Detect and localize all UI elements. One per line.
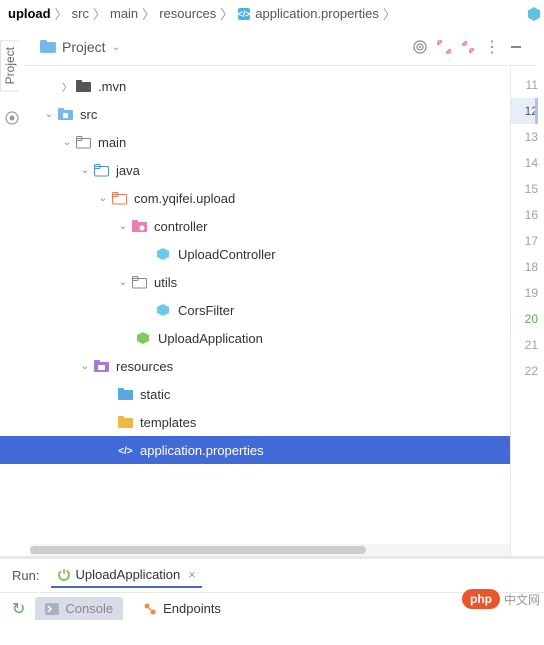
tree-node-controller[interactable]: ⌄ controller bbox=[0, 212, 510, 240]
maven-icon[interactable] bbox=[526, 6, 542, 22]
chevron-down-icon: ⌄ bbox=[78, 361, 92, 372]
tree-node-java[interactable]: ⌄ java bbox=[0, 156, 510, 184]
editor-gutter: 11 12 13 14 15 16 17 18 19 20 21 22 bbox=[510, 66, 544, 556]
close-icon[interactable]: × bbox=[188, 567, 196, 582]
breadcrumb-resources[interactable]: resources bbox=[159, 6, 216, 21]
line-number: 11 bbox=[511, 72, 538, 98]
tree-node-upload-controller[interactable]: UploadController bbox=[0, 240, 510, 268]
tree-node-upload-application[interactable]: UploadApplication bbox=[0, 324, 510, 352]
line-number: 14 bbox=[511, 150, 538, 176]
line-number: 16 bbox=[511, 202, 538, 228]
tree-node-mvn[interactable]: 〉 .mvn bbox=[0, 72, 510, 100]
tree-node-package[interactable]: ⌄ com.yqifei.upload bbox=[0, 184, 510, 212]
chevron-down-icon: ⌄ bbox=[42, 109, 56, 120]
chevron-right-icon: 〉 bbox=[383, 4, 396, 23]
horizontal-scrollbar[interactable] bbox=[30, 544, 510, 556]
chevron-down-icon: ⌄ bbox=[78, 165, 92, 176]
line-number: 22 bbox=[511, 358, 538, 384]
console-tab[interactable]: Console bbox=[35, 597, 123, 620]
tree-node-main[interactable]: ⌄ main bbox=[0, 128, 510, 156]
properties-file-icon: </> bbox=[116, 444, 134, 457]
more-icon[interactable]: ⋮ bbox=[480, 35, 504, 59]
package-folder-icon bbox=[110, 192, 128, 205]
main-area: 〉 .mvn ⌄ src ⌄ main ⌄ java ⌄ com.yqifei.… bbox=[0, 66, 544, 556]
chevron-down-icon: ⌄ bbox=[112, 42, 120, 53]
target-icon[interactable] bbox=[408, 35, 432, 59]
chevron-right-icon: 〉 bbox=[220, 4, 233, 23]
folder-outline-icon bbox=[130, 276, 148, 289]
line-number: 13 bbox=[511, 124, 538, 150]
tree-node-application-properties[interactable]: </> application.properties bbox=[0, 436, 510, 464]
breadcrumb-root[interactable]: upload bbox=[8, 6, 51, 21]
chevron-right-icon: 〉 bbox=[60, 79, 74, 94]
folder-icon bbox=[74, 80, 92, 93]
tree-node-cors-filter[interactable]: CorsFilter bbox=[0, 296, 510, 324]
source-folder-icon bbox=[92, 164, 110, 177]
project-icon bbox=[40, 40, 56, 54]
endpoints-tab-label: Endpoints bbox=[163, 601, 221, 616]
svg-text:</>: </> bbox=[238, 9, 251, 19]
module-folder-icon bbox=[56, 108, 74, 121]
expand-out-icon[interactable] bbox=[456, 35, 480, 59]
run-tab[interactable]: UploadApplication × bbox=[51, 563, 201, 588]
chevron-right-icon: 〉 bbox=[142, 4, 155, 23]
minimize-icon[interactable] bbox=[504, 35, 528, 59]
package-icon bbox=[130, 220, 148, 233]
spring-run-icon bbox=[57, 568, 71, 582]
line-number: 12 bbox=[511, 98, 538, 124]
console-icon bbox=[45, 603, 59, 615]
watermark-badge: php bbox=[462, 589, 500, 609]
endpoints-icon bbox=[143, 602, 157, 616]
class-icon bbox=[154, 247, 172, 261]
project-view-selector[interactable]: Project ⌄ bbox=[32, 37, 128, 57]
watermark: php 中文网 bbox=[462, 589, 540, 609]
watermark-text: 中文网 bbox=[504, 591, 540, 608]
chevron-down-icon: ⌄ bbox=[96, 193, 110, 204]
svg-text:</>: </> bbox=[118, 446, 133, 457]
line-number: 19 bbox=[511, 280, 538, 306]
endpoints-tab[interactable]: Endpoints bbox=[133, 597, 231, 620]
tree-node-templates[interactable]: templates bbox=[0, 408, 510, 436]
tree-node-resources[interactable]: ⌄ resources bbox=[0, 352, 510, 380]
resources-folder-icon bbox=[92, 360, 110, 373]
breadcrumb-src[interactable]: src bbox=[72, 6, 89, 21]
breadcrumb-main[interactable]: main bbox=[110, 6, 138, 21]
line-number: 17 bbox=[511, 228, 538, 254]
line-number: 21 bbox=[511, 332, 538, 358]
tree-node-utils[interactable]: ⌄ utils bbox=[0, 268, 510, 296]
folder-outline-icon bbox=[74, 136, 92, 149]
expand-in-icon[interactable] bbox=[432, 35, 456, 59]
run-header: Run: UploadApplication × bbox=[0, 559, 544, 593]
line-number: 18 bbox=[511, 254, 538, 280]
tree-node-src[interactable]: ⌄ src bbox=[0, 100, 510, 128]
templates-folder-icon bbox=[116, 416, 134, 429]
chevron-right-icon: 〉 bbox=[93, 4, 106, 23]
breadcrumb-file[interactable]: application.properties bbox=[255, 6, 379, 21]
class-icon bbox=[154, 303, 172, 317]
chevron-down-icon: ⌄ bbox=[60, 137, 74, 148]
properties-file-icon: </> bbox=[237, 7, 251, 21]
project-tree: 〉 .mvn ⌄ src ⌄ main ⌄ java ⌄ com.yqifei.… bbox=[0, 66, 510, 556]
spring-app-icon bbox=[134, 331, 152, 345]
console-tab-label: Console bbox=[65, 601, 113, 616]
restart-icon[interactable]: ↻ bbox=[12, 599, 25, 619]
line-number: 20 bbox=[511, 306, 538, 332]
chevron-right-icon: 〉 bbox=[55, 4, 68, 23]
chevron-down-icon: ⌄ bbox=[116, 221, 130, 232]
project-toolbar: Project ⌄ ⋮ bbox=[24, 29, 536, 66]
project-view-label: Project bbox=[62, 39, 106, 55]
run-label: Run: bbox=[12, 568, 39, 583]
line-number: 15 bbox=[511, 176, 538, 202]
web-folder-icon bbox=[116, 388, 134, 401]
chevron-down-icon: ⌄ bbox=[116, 277, 130, 288]
run-tab-label: UploadApplication bbox=[75, 567, 180, 582]
tree-node-static[interactable]: static bbox=[0, 380, 510, 408]
breadcrumb: upload 〉 src 〉 main 〉 resources 〉 </> ap… bbox=[0, 0, 544, 27]
